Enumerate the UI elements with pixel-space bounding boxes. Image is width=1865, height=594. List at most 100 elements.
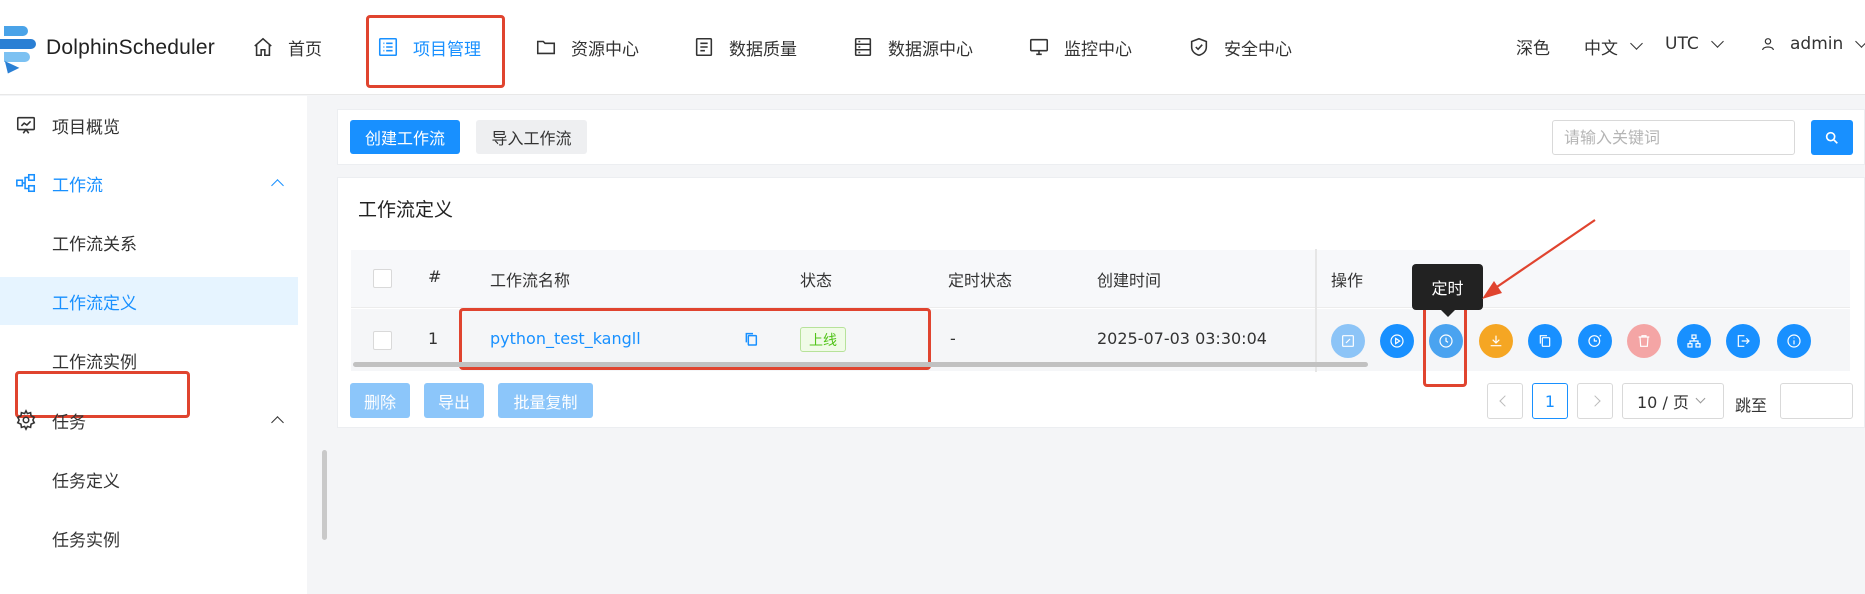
create-workflow-button[interactable]: 创建工作流 — [350, 120, 460, 154]
user-menu[interactable]: admin — [1760, 34, 1865, 54]
import-workflow-button[interactable]: 导入工作流 — [476, 120, 587, 154]
sidebar-item-task[interactable]: 任务 — [0, 396, 298, 444]
chevron-up-icon — [271, 416, 284, 429]
sidebar-item-workflow-definition[interactable]: 工作流定义 — [0, 277, 298, 325]
language-select[interactable]: 中文 — [1584, 34, 1643, 59]
sidebar-item-label: 工作流关系 — [52, 234, 137, 255]
username: admin — [1790, 34, 1844, 54]
search-input[interactable] — [1552, 120, 1795, 155]
tree-view-button[interactable] — [1677, 324, 1711, 358]
info-button[interactable] — [1777, 324, 1811, 358]
nav-label: 数据质量 — [729, 39, 797, 60]
download-icon — [1490, 335, 1502, 347]
download-button[interactable] — [1479, 324, 1513, 358]
prev-page-button[interactable] — [1487, 383, 1523, 419]
timing-manage-button[interactable] — [1578, 324, 1612, 358]
sidebar-item-task-definition[interactable]: 任务定义 — [0, 455, 298, 503]
row-index: 1 — [428, 329, 439, 348]
nav-resource-center[interactable]: 资源中心 — [535, 26, 639, 68]
chevron-left-icon — [1499, 395, 1511, 407]
timezone-label: UTC — [1665, 34, 1699, 54]
chevron-down-icon — [1710, 34, 1724, 48]
nav-datasource-center[interactable]: 数据源中心 — [852, 26, 973, 68]
table-horizontal-scrollbar[interactable] — [353, 362, 1368, 367]
dolphin-logo-icon — [0, 22, 46, 77]
sidebar-item-workflow-instance[interactable]: 工作流实例 — [0, 336, 298, 384]
sidebar-item-workflow[interactable]: 工作流 — [0, 159, 298, 207]
column-header-name: 工作流名称 — [490, 271, 571, 290]
chevron-down-icon — [1695, 393, 1706, 404]
language-label: 中文 — [1584, 39, 1618, 59]
logo-text: DolphinScheduler — [46, 36, 215, 59]
theme-toggle[interactable]: 深色 — [1516, 34, 1550, 59]
chevron-up-icon — [271, 179, 284, 192]
logo[interactable]: DolphinScheduler — [0, 22, 215, 77]
row-checkbox[interactable] — [373, 331, 392, 350]
sidebar-item-label: 项目概览 — [52, 117, 120, 138]
column-header-status: 状态 — [800, 271, 833, 290]
tree-icon — [1687, 334, 1701, 348]
trash-icon — [1638, 335, 1650, 347]
sidebar-item-project-overview[interactable]: 项目概览 — [0, 101, 298, 149]
jump-page-input[interactable] — [1780, 383, 1853, 419]
nav-home[interactable]: 首页 — [252, 26, 322, 68]
play-icon — [1390, 334, 1404, 348]
export-icon — [1737, 335, 1750, 347]
timezone-select[interactable]: UTC — [1665, 34, 1724, 54]
sidebar-item-task-instance[interactable]: 任务实例 — [0, 514, 298, 562]
monitor-icon — [1029, 38, 1049, 56]
select-all-checkbox[interactable] — [373, 269, 392, 288]
sidebar: 项目概览 工作流 工作流关系 工作流定义 工作流实例 任务 任务定义 任务实例 — [0, 96, 307, 594]
sidebar-item-label: 工作流定义 — [52, 293, 137, 314]
copy-button[interactable] — [1528, 324, 1562, 358]
chart-board-icon — [16, 116, 36, 134]
schedule-status: - — [950, 329, 956, 348]
shield-icon — [1190, 37, 1208, 57]
chevron-right-icon — [1589, 395, 1601, 407]
start-button[interactable] — [1380, 324, 1414, 358]
column-header-index: # — [428, 267, 442, 286]
folder-icon — [536, 40, 556, 55]
home-icon — [254, 37, 272, 57]
sidebar-item-label: 任务实例 — [52, 530, 120, 551]
nav-label: 数据源中心 — [888, 39, 973, 60]
search-icon — [1825, 131, 1838, 144]
batch-copy-button[interactable]: 批量复制 — [498, 383, 593, 418]
sidebar-item-label: 任务 — [52, 412, 86, 433]
export-button[interactable] — [1726, 324, 1760, 358]
page-title: 工作流定义 — [358, 199, 454, 221]
page-size-select[interactable]: 10 / 页 — [1622, 383, 1724, 419]
bulk-delete-button[interactable]: 删除 — [350, 383, 410, 418]
document-icon — [695, 37, 713, 57]
sidebar-item-workflow-relation[interactable]: 工作流关系 — [0, 218, 298, 266]
page-number-current[interactable]: 1 — [1532, 383, 1568, 419]
highlight-box-nav — [366, 15, 505, 88]
bulk-export-button[interactable]: 导出 — [424, 383, 484, 418]
sidebar-item-label: 工作流实例 — [52, 352, 137, 373]
sidebar-item-label: 任务定义 — [52, 471, 120, 492]
highlight-box-row — [459, 308, 931, 370]
workflow-icon — [16, 173, 36, 193]
nav-label: 监控中心 — [1064, 39, 1132, 60]
annotation-arrow-icon — [1482, 219, 1596, 299]
info-icon — [1787, 334, 1801, 348]
jump-label: 跳至 — [1735, 396, 1768, 415]
page-size-label: 10 / 页 — [1637, 393, 1689, 412]
fixed-column-divider — [1315, 249, 1317, 372]
nav-security-center[interactable]: 安全中心 — [1188, 26, 1292, 68]
user-icon — [1762, 38, 1774, 51]
edit-button[interactable] — [1331, 324, 1365, 358]
chevron-down-icon — [1630, 37, 1643, 50]
delete-button[interactable] — [1627, 324, 1661, 358]
column-header-operations: 操作 — [1331, 271, 1364, 290]
copy-icon — [1539, 335, 1551, 347]
gear-icon — [16, 409, 36, 431]
highlight-box-timing — [1423, 306, 1467, 387]
nav-label: 首页 — [288, 39, 322, 60]
nav-label: 资源中心 — [571, 39, 639, 60]
sidebar-scrollbar[interactable] — [322, 450, 327, 540]
nav-monitor-center[interactable]: 监控中心 — [1028, 26, 1132, 68]
next-page-button[interactable] — [1577, 383, 1613, 419]
search-button[interactable] — [1811, 120, 1853, 155]
nav-data-quality[interactable]: 数据质量 — [693, 26, 797, 68]
